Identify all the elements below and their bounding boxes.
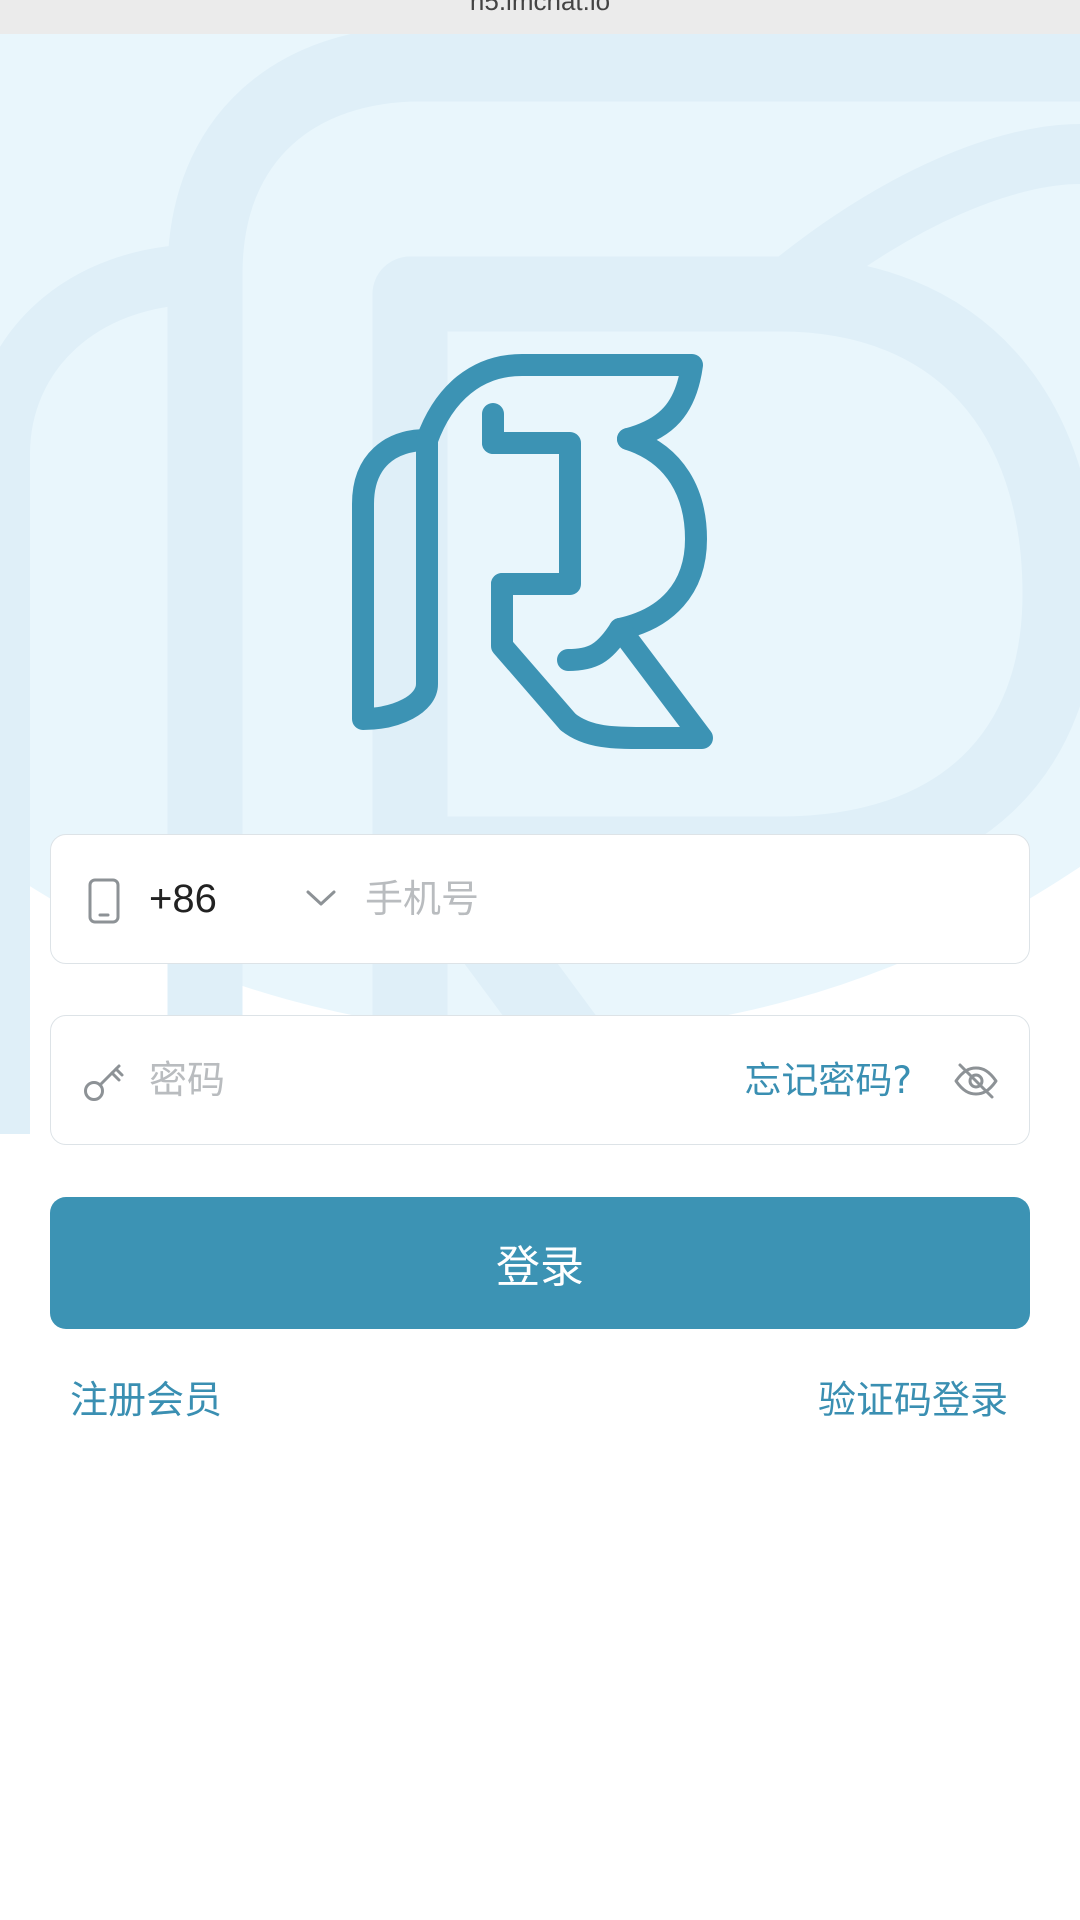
eye-off-icon[interactable] (953, 1061, 999, 1101)
chevron-down-icon[interactable] (305, 887, 337, 909)
forgot-password-link[interactable]: 忘记密码? (744, 1054, 912, 1108)
key-icon (84, 1064, 124, 1101)
sms-code-login-link[interactable]: 验证码登录 (818, 1372, 1008, 1428)
phone-field: +86 (50, 834, 1030, 964)
password-input[interactable] (149, 1050, 709, 1110)
brand-logo-icon (352, 354, 713, 749)
phone-number-input[interactable] (365, 869, 985, 929)
phone-icon (88, 878, 120, 924)
url-text: h5.imchat.io (469, 0, 611, 16)
password-field: 忘记密码? (50, 1015, 1030, 1145)
login-page: +86 忘记密码? 登录 注册会员 验证码登录 (0, 34, 1080, 1920)
browser-address-bar[interactable]: h5.imchat.io (0, 0, 1080, 34)
register-link[interactable]: 注册会员 (70, 1372, 222, 1428)
login-button[interactable]: 登录 (50, 1197, 1030, 1329)
country-code[interactable]: +86 (149, 871, 217, 927)
